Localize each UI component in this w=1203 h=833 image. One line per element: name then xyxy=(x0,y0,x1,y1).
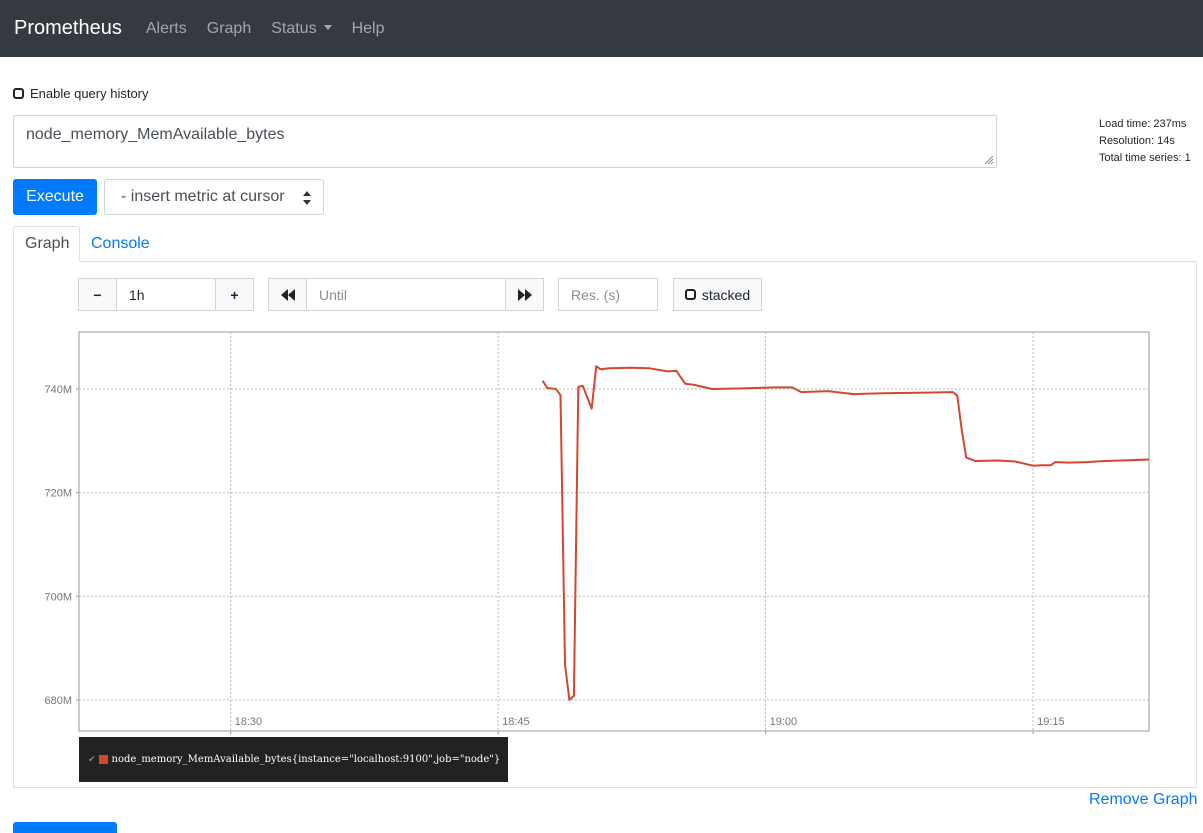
y-tick-label: 700M xyxy=(44,591,72,603)
x-tick-label: 19:00 xyxy=(770,716,798,728)
x-tick-label: 18:45 xyxy=(502,716,530,728)
plot-area xyxy=(78,331,1150,732)
y-tick-label: 720M xyxy=(44,488,72,500)
memory-graph[interactable]: 680M 700M 720M 740M 18:30 18:45 19:00 19:15 xyxy=(0,0,1203,833)
graph-legend[interactable]: ✔ node_memory_MemAvailable_bytes{instanc… xyxy=(79,737,508,782)
tab-graph[interactable]: Graph xyxy=(13,226,80,262)
y-tick-label: 740M xyxy=(44,384,72,396)
add-graph-button[interactable] xyxy=(13,822,117,833)
x-tick-label: 18:30 xyxy=(235,716,263,728)
legend-series-label: node_memory_MemAvailable_bytes{instance=… xyxy=(111,754,501,765)
legend-check-icon: ✔ xyxy=(88,754,96,765)
y-tick-label: 680M xyxy=(44,695,72,707)
legend-color-swatch xyxy=(98,755,108,764)
x-tick-label: 19:15 xyxy=(1037,716,1065,728)
remove-graph-link[interactable]: Remove Graph xyxy=(1089,791,1198,809)
